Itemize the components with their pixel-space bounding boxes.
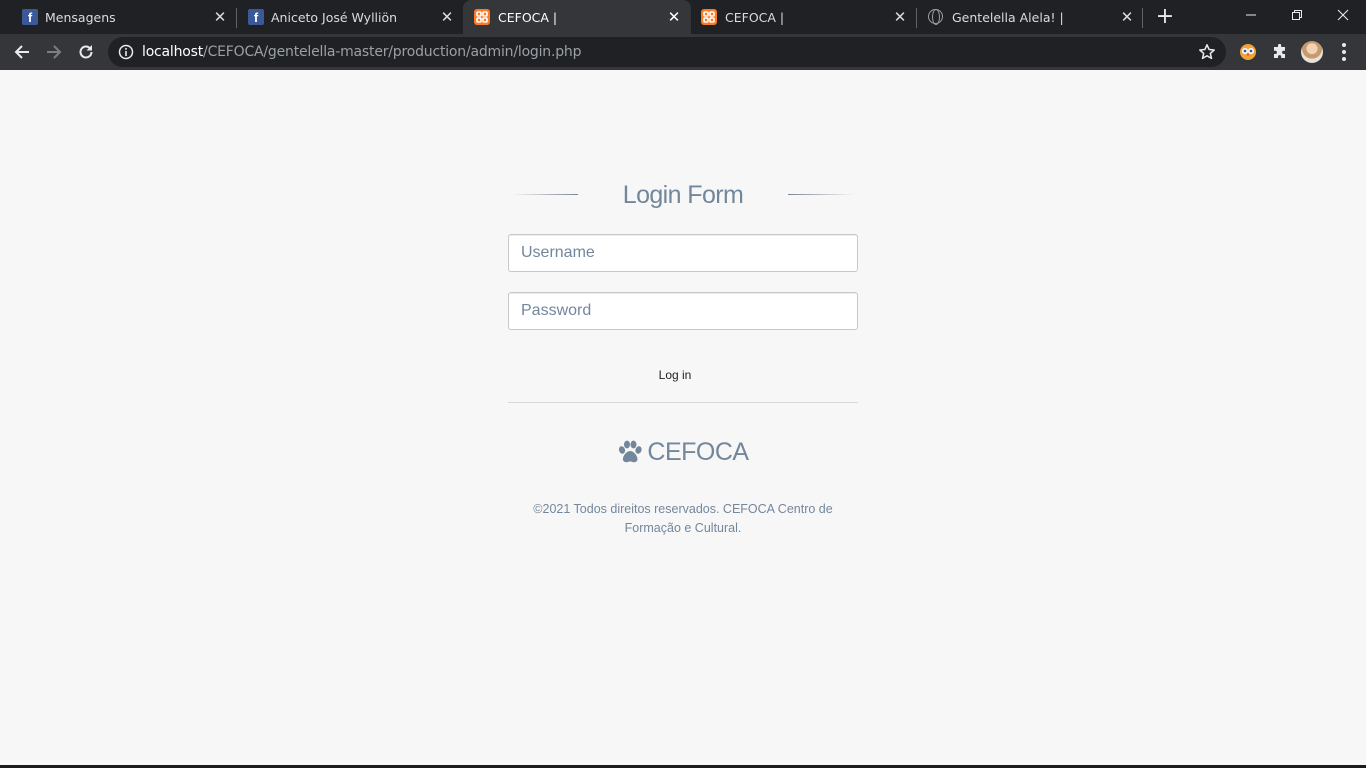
- url-path: /CEFOCA/gentelella-master/production/adm…: [203, 44, 582, 60]
- arrow-right-icon: [47, 45, 62, 59]
- restore-button[interactable]: [1274, 0, 1320, 30]
- tab-gentelella[interactable]: Gentelella Alela! | ✕: [917, 0, 1143, 34]
- xampp-icon: [474, 9, 490, 25]
- reload-icon: [79, 45, 93, 59]
- brand-logo: CEFOCA: [508, 438, 858, 467]
- extensions-menu-button[interactable]: [1270, 42, 1290, 62]
- globe-icon: [928, 9, 943, 25]
- browser-toolbar: localhost/CEFOCA/gentelella-master/produ…: [0, 34, 1366, 70]
- close-tab-icon[interactable]: ✕: [665, 8, 683, 26]
- tab-cefoca[interactable]: CEFOCA | ✕: [690, 0, 918, 34]
- minimize-button[interactable]: [1228, 0, 1274, 30]
- facebook-icon: f: [248, 9, 264, 25]
- extension-owl-icon: [1240, 44, 1256, 60]
- tab-mensagens[interactable]: f Mensagens ✕: [8, 0, 236, 34]
- url-host: localhost: [142, 44, 204, 60]
- tab-separator: [1142, 8, 1143, 28]
- close-window-button[interactable]: [1320, 0, 1366, 30]
- close-tab-icon[interactable]: ✕: [1118, 8, 1136, 26]
- arrow-left-icon: [14, 45, 29, 59]
- tab-title: Gentelella Alela! |: [952, 10, 1064, 25]
- profile-avatar[interactable]: [1301, 41, 1323, 63]
- heading-decoration-left: [512, 194, 578, 195]
- facebook-icon: f: [22, 9, 38, 25]
- copyright-text: ©2021 Todos direitos reservados. CEFOCA …: [508, 500, 858, 538]
- tab-title: Mensagens: [45, 10, 116, 25]
- browser-menu-icon[interactable]: [1337, 42, 1351, 62]
- minimize-icon: [1246, 14, 1256, 16]
- close-tab-icon[interactable]: ✕: [438, 8, 456, 26]
- copyright-line: ©2021 Todos direitos reservados. CEFOCA …: [533, 502, 833, 516]
- separator: [508, 402, 858, 403]
- tab-strip: f Mensagens ✕ f Aniceto José Wylliön ✕ C…: [0, 0, 1366, 34]
- page-title: Login Form: [622, 181, 744, 209]
- info-icon[interactable]: [118, 44, 134, 60]
- login-button[interactable]: Log in: [644, 362, 706, 388]
- puzzle-icon: [1274, 44, 1285, 58]
- password-input[interactable]: [508, 292, 858, 330]
- star-icon[interactable]: [1198, 43, 1216, 61]
- tab-title: CEFOCA |: [725, 10, 785, 25]
- back-button[interactable]: [8, 38, 36, 66]
- close-tab-icon[interactable]: ✕: [891, 8, 909, 26]
- tab-aniceto[interactable]: f Aniceto José Wylliön ✕: [236, 0, 464, 34]
- login-form: Login Form Log in CEFOCA ©2021 Todos dir…: [508, 170, 858, 535]
- tab-title: CEFOCA |: [498, 10, 558, 25]
- copyright-line: Formação e Cultural.: [624, 521, 742, 535]
- brand-name: CEFOCA: [647, 438, 749, 466]
- url-text: localhost/CEFOCA/gentelella-master/produ…: [142, 44, 581, 60]
- restore-icon: [1292, 10, 1302, 20]
- forward-button[interactable]: [40, 38, 68, 66]
- address-bar[interactable]: localhost/CEFOCA/gentelella-master/produ…: [108, 37, 1226, 67]
- login-heading: Login Form: [508, 170, 858, 220]
- paw-icon: [619, 440, 643, 462]
- reload-button[interactable]: [72, 38, 100, 66]
- close-tab-icon[interactable]: ✕: [211, 8, 229, 26]
- username-input[interactable]: [508, 234, 858, 272]
- tab-title: Aniceto José Wylliön: [271, 10, 398, 25]
- heading-decoration-right: [788, 194, 854, 195]
- tab-cefoca-active[interactable]: CEFOCA | ✕: [463, 0, 691, 34]
- xampp-icon: [701, 9, 717, 25]
- new-tab-button[interactable]: +: [1153, 5, 1177, 29]
- close-icon: [1337, 9, 1349, 21]
- extension-button[interactable]: [1238, 42, 1258, 62]
